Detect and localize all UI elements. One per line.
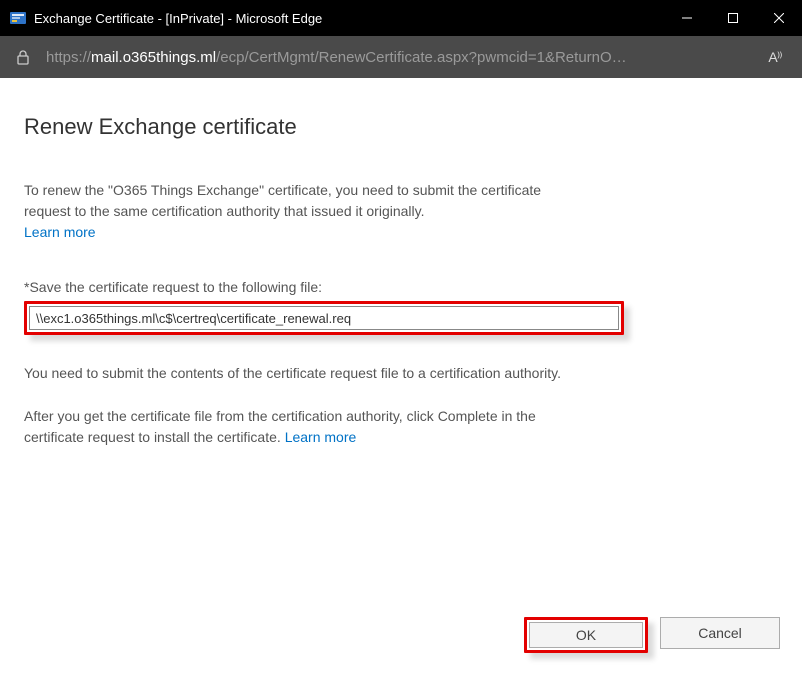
window-title: Exchange Certificate - [InPrivate] - Mic… [34,11,664,26]
file-path-input[interactable] [29,306,619,330]
read-aloud-label: A⁾⁾ [768,49,781,66]
dialog-footer: OK Cancel [524,617,780,653]
intro-text-span: To renew the "O365 Things Exchange" cert… [24,182,541,219]
minimize-button[interactable] [664,0,710,36]
ok-button-highlight: OK [524,617,648,653]
close-button[interactable] [756,0,802,36]
submit-instruction: You need to submit the contents of the c… [24,363,584,384]
read-aloud-button[interactable]: A⁾⁾ [758,42,792,72]
learn-more-link[interactable]: Learn more [24,224,96,240]
url-host: mail.o365things.ml [91,49,216,66]
file-path-label: *Save the certificate request to the fol… [24,279,778,295]
app-favicon [10,10,26,26]
address-bar: https://mail.o365things.ml/ecp/CertMgmt/… [0,36,802,78]
url-text[interactable]: https://mail.o365things.ml/ecp/CertMgmt/… [46,49,758,66]
intro-text: To renew the "O365 Things Exchange" cert… [24,180,584,243]
maximize-button[interactable] [710,0,756,36]
window-titlebar: Exchange Certificate - [InPrivate] - Mic… [0,0,802,36]
lock-icon [14,49,32,65]
complete-instruction-text: After you get the certificate file from … [24,408,536,445]
cancel-button[interactable]: Cancel [660,617,780,649]
page-heading: Renew Exchange certificate [24,114,778,140]
ok-button[interactable]: OK [529,622,643,648]
url-path: /ecp/CertMgmt/RenewCertificate.aspx?pwmc… [216,49,627,66]
complete-instruction: After you get the certificate file from … [24,406,584,448]
page-content: Renew Exchange certificate To renew the … [0,78,802,679]
file-path-highlight [24,301,624,335]
url-protocol: https:// [46,49,91,66]
learn-more-link-2[interactable]: Learn more [285,429,357,445]
